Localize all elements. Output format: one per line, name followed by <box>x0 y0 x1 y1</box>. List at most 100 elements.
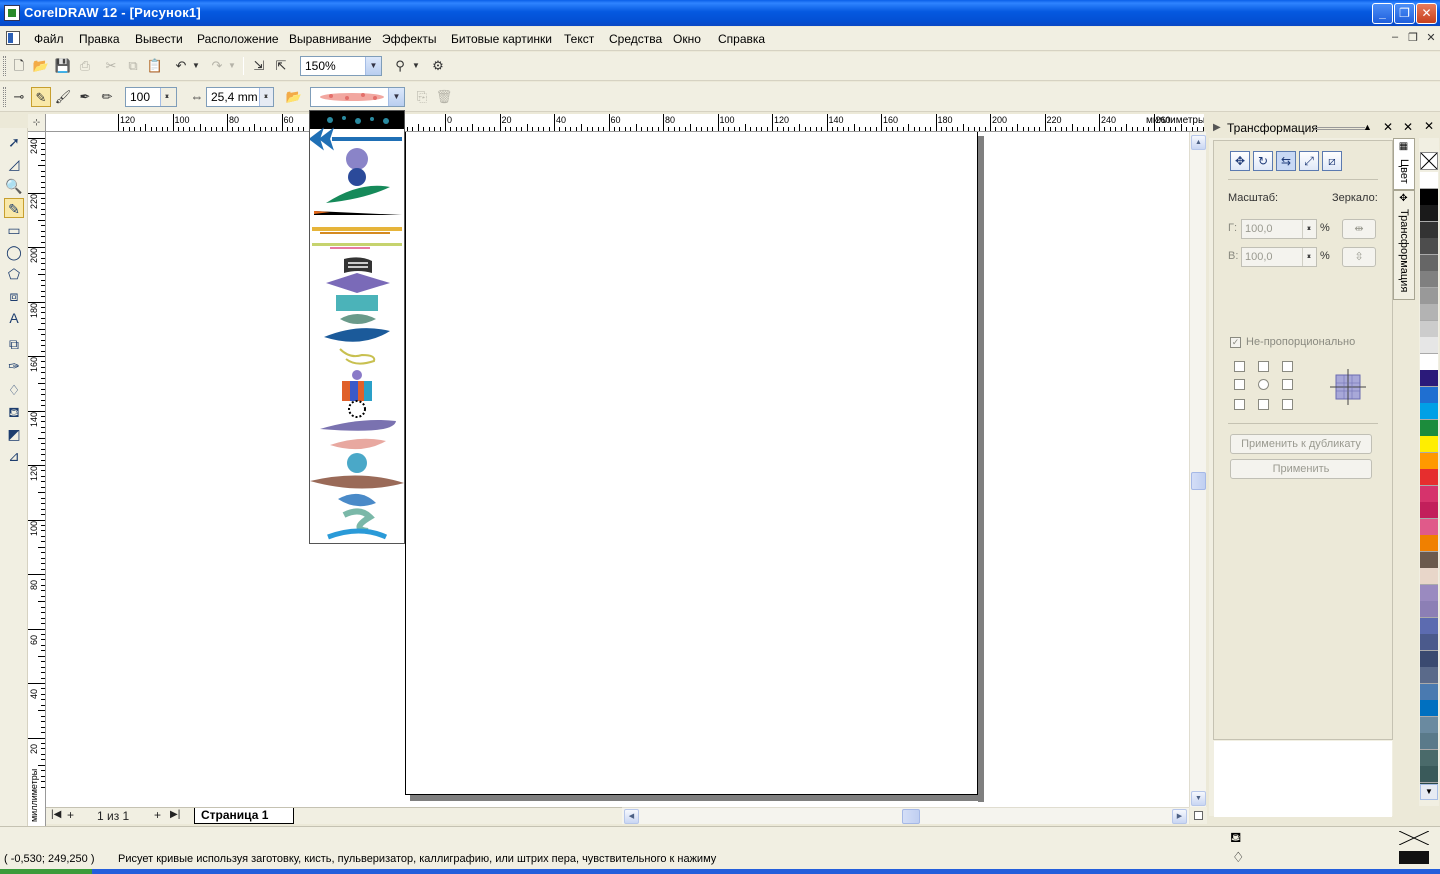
vertical-scroll-thumb[interactable] <box>1191 472 1206 490</box>
stroke-list-dropdown[interactable] <box>308 110 405 544</box>
menu-effects[interactable]: Эффекты <box>382 32 437 46</box>
v-mirror-button[interactable]: ⇳ <box>1342 247 1376 267</box>
docker-rollup-icon[interactable]: ▲ <box>1363 122 1372 132</box>
color-swatch[interactable] <box>1420 304 1438 321</box>
options-icon[interactable]: ⚙ <box>428 56 448 76</box>
ellipse-tool-icon[interactable]: ◯ <box>4 242 24 262</box>
color-swatch[interactable] <box>1420 568 1438 585</box>
color-swatch[interactable] <box>1420 205 1438 222</box>
color-swatch[interactable] <box>1420 172 1438 189</box>
anchor-top-center[interactable] <box>1258 361 1269 372</box>
eyedropper-tool-icon[interactable]: ✑ <box>4 356 24 376</box>
chevron-down-icon[interactable]: ▼ <box>388 88 404 106</box>
stroke-item[interactable] <box>347 453 367 473</box>
palette-options-icon[interactable]: ✕ <box>1421 118 1437 134</box>
anchor-bottom-left[interactable] <box>1234 399 1245 410</box>
ruler-origin-icon[interactable]: ⊹ <box>28 114 46 132</box>
color-swatch[interactable] <box>1420 650 1438 668</box>
anchor-middle-left[interactable] <box>1234 379 1245 390</box>
color-swatch[interactable] <box>1420 287 1438 305</box>
brush-mode-icon[interactable]: ✎ <box>31 87 51 107</box>
delete-stroke-icon[interactable]: 🗑 <box>434 87 454 107</box>
shape-tool-icon[interactable]: ◿ <box>4 154 24 174</box>
stroke-item[interactable] <box>326 185 390 203</box>
palette-scroll-down-icon[interactable]: ▼ <box>1420 784 1438 800</box>
paste-icon[interactable]: 📋 <box>145 56 165 76</box>
nonproportional-checkbox[interactable]: ✓ <box>1230 337 1241 348</box>
application-launcher-icon[interactable]: ⚲ <box>390 56 410 76</box>
zoom-level-combo[interactable]: 150% ▼ <box>300 56 382 76</box>
color-swatch[interactable] <box>1420 238 1438 255</box>
redo-dropdown-icon[interactable]: ▼ <box>226 56 238 76</box>
stroke-item[interactable] <box>338 493 376 507</box>
stroke-item[interactable] <box>310 475 404 489</box>
coreldraw-app-icon[interactable] <box>4 5 20 21</box>
horizontal-ruler[interactable]: миллиметры 12010080604020020406080100120… <box>46 114 1204 132</box>
stroke-item[interactable] <box>342 508 375 534</box>
color-swatch[interactable] <box>1420 254 1438 272</box>
stroke-item[interactable] <box>314 211 402 215</box>
horizontal-scrollbar[interactable]: ◀ ▶ <box>622 807 1189 824</box>
color-swatch[interactable] <box>1420 271 1438 288</box>
color-swatch[interactable] <box>1420 436 1438 453</box>
page-tab-1[interactable]: Страница 1 <box>194 808 294 824</box>
stroke-item[interactable] <box>340 314 376 324</box>
no-color-swatch[interactable] <box>1420 152 1438 170</box>
smoothing-field[interactable]: 100 <box>125 87 177 107</box>
interactive-fill-tool-icon[interactable]: ◩ <box>4 424 24 444</box>
menu-window[interactable]: Окно <box>673 32 701 46</box>
preset-mode-icon[interactable]: ⊸ <box>9 87 29 107</box>
tab-color[interactable]: ▦ Цвет <box>1393 138 1415 190</box>
apply-button[interactable]: Применить <box>1230 459 1372 479</box>
polygon-tool-icon[interactable]: ⬠ <box>4 264 24 284</box>
drawing-canvas[interactable] <box>46 132 1189 807</box>
import-icon[interactable]: ⇲ <box>249 56 269 76</box>
print-icon[interactable]: ⎙ <box>75 56 95 76</box>
color-swatch[interactable] <box>1420 535 1438 552</box>
color-swatch[interactable] <box>1420 403 1438 420</box>
color-swatch[interactable] <box>1420 320 1438 338</box>
stroke-item[interactable] <box>342 370 372 401</box>
outline-tool-icon[interactable]: ♢ <box>4 380 24 400</box>
fill-tool-icon[interactable]: ⛾ <box>4 402 24 422</box>
calligraphic-mode-icon[interactable]: ✒ <box>75 87 95 107</box>
stroke-width-icon[interactable]: ⇔ <box>187 87 207 107</box>
copy-icon[interactable]: ⧉ <box>123 56 143 76</box>
color-swatch[interactable] <box>1420 667 1438 684</box>
outline-indicator-icon[interactable]: ♢ <box>1232 849 1245 866</box>
zoom-tool-icon[interactable]: 🔍 <box>4 176 24 196</box>
stroke-item[interactable] <box>320 420 396 431</box>
text-tool-icon[interactable]: A <box>4 308 24 328</box>
redo-icon[interactable]: ↷ <box>207 56 227 76</box>
menu-text[interactable]: Текст <box>564 32 594 46</box>
stroke-item[interactable] <box>336 295 378 311</box>
scroll-down-icon[interactable]: ▼ <box>1191 791 1206 806</box>
minimize-button[interactable]: _ <box>1372 3 1393 24</box>
anchor-center[interactable] <box>1258 379 1269 390</box>
color-swatch[interactable] <box>1420 551 1438 569</box>
scroll-right-icon[interactable]: ▶ <box>1172 809 1187 824</box>
stroke-item[interactable] <box>308 127 402 151</box>
stroke-item[interactable] <box>339 348 376 365</box>
color-swatch[interactable] <box>1420 485 1438 503</box>
last-page-icon[interactable]: ▶| <box>170 809 180 820</box>
color-swatch[interactable] <box>1420 601 1438 618</box>
add-page-after-icon[interactable]: + <box>154 808 161 822</box>
first-page-icon[interactable]: |◀ <box>51 809 61 820</box>
anchor-middle-right[interactable] <box>1282 379 1293 390</box>
artistic-media-tool-icon[interactable]: ✎ <box>4 198 24 218</box>
anchor-top-right[interactable] <box>1282 361 1293 372</box>
scroll-left-icon[interactable]: ◀ <box>624 809 639 824</box>
anchor-bottom-right[interactable] <box>1282 399 1293 410</box>
v-scale-spinner-icon[interactable] <box>1302 248 1316 266</box>
mdi-restore-icon[interactable]: ❐ <box>1406 31 1420 45</box>
restore-button[interactable]: ❐ <box>1394 3 1415 24</box>
menu-edit[interactable]: Правка <box>79 32 120 46</box>
apply-to-duplicate-button[interactable]: Применить к дубликату <box>1230 434 1372 454</box>
anchor-top-left[interactable] <box>1234 361 1245 372</box>
color-swatch[interactable] <box>1420 188 1438 206</box>
browse-icon[interactable]: 📂 <box>284 87 304 107</box>
pick-tool-icon[interactable]: ➚ <box>4 132 24 152</box>
docker-close-icon[interactable]: ✕ <box>1383 120 1393 134</box>
close-button[interactable]: ✕ <box>1416 3 1437 24</box>
